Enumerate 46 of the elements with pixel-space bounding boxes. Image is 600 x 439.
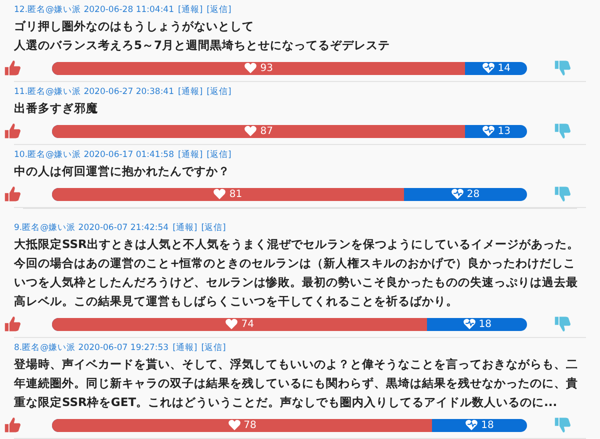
like-count: 78 [244,420,256,430]
report-link[interactable]: [通報] [178,3,203,17]
thumbs-down-icon[interactable] [554,416,572,434]
thumbs-down-icon[interactable] [554,315,572,333]
comment-meta: 12.匿名@嫌い派 2020-06-28 11:04:41 [14,4,174,17]
thumbs-up-icon[interactable] [4,122,22,140]
thumbs-down-icon[interactable] [554,59,572,77]
comment-meta: 9.匿名@嫌い派 2020-06-07 21:42:54 [14,222,169,235]
heart-icon [225,318,238,330]
comment-text: 登場時、声イベカードを貰い、そして、浮気してもいいのよ？と偉そうなことを言っておきながらも、二年連続圏外。同じ新キャラの双子は結果を残しているにも関わらず、黒埼は結果を残せなかったのに、貴重な限定SSR枠をGET。これはどういうことだ。声なしでも圏内入りしてるアイドル数人いるのに... [14,356,579,411]
thumbs-up-icon[interactable] [4,315,22,333]
like-count: 74 [241,318,254,330]
heart-icon [244,62,258,74]
thumbs-down-icon[interactable] [554,185,572,203]
report-link[interactable]: [通報] [172,341,198,355]
thumbs-up-icon[interactable] [4,416,22,434]
comment-meta: 11.匿名@嫌い派 2020-06-27 20:38:41 [14,86,174,99]
reply-link[interactable]: [返信] [206,148,232,162]
comment-meta: 10.匿名@嫌い派 2020-06-17 01:41:58 [14,149,174,162]
dislike-count: 28 [466,188,480,200]
comment-text: 大抵限定SSR出すときは人気と不人気をうまく混ぜでセルランを保つようにしているイメージがあった。今回の場合はあの運営のこと+恒常のときのセルランは（新人権スキルのおかげで）良かったわけだしこいつを人気枠としたんだろうけど、セルランは惨敗。最初の勢いこそ良かったものの失速っぷりは過去最高レベル。この結果見て運営もしばらくこいつを干してくれることを祈るばかり。 [14,236,580,310]
heart-icon [244,125,258,137]
thumbs-up-icon[interactable] [4,59,22,77]
like-count: 81 [229,188,242,200]
like-count: 93 [260,62,273,74]
reply-link[interactable]: [返信] [201,221,226,235]
reply-link[interactable]: [返信] [206,3,232,17]
like-count: 87 [260,126,273,136]
comment-text: ゴリ押し圏外なのはもうしょうがないとして [14,18,255,35]
dislike-count: 14 [498,62,510,74]
report-link[interactable]: [通報] [178,85,203,99]
comment-text: 中の人は何回運営に抱かれたんですか？ [14,163,231,180]
reply-link[interactable]: [返信] [201,341,226,355]
heart-icon [228,419,241,431]
report-link[interactable]: [通報] [172,221,198,235]
report-link[interactable]: [通報] [178,148,203,162]
comment-meta: 8.匿名@嫌い派 2020-06-07 19:27:53 [14,342,169,355]
comment-text: 出番多すぎ邪魔 [14,100,99,117]
thumbs-up-icon[interactable] [4,185,22,203]
thumbs-down-icon[interactable] [554,122,572,140]
dislike-count: 13 [498,126,510,136]
reply-link[interactable]: [返信] [206,85,232,99]
dislike-count: 18 [481,420,494,430]
dislike-count: 18 [478,318,492,330]
heart-icon [213,188,226,200]
comment-text: 人選のバランス考えろ5～7月と週間黒埼ちとせになってるぞデレステ [14,37,392,54]
